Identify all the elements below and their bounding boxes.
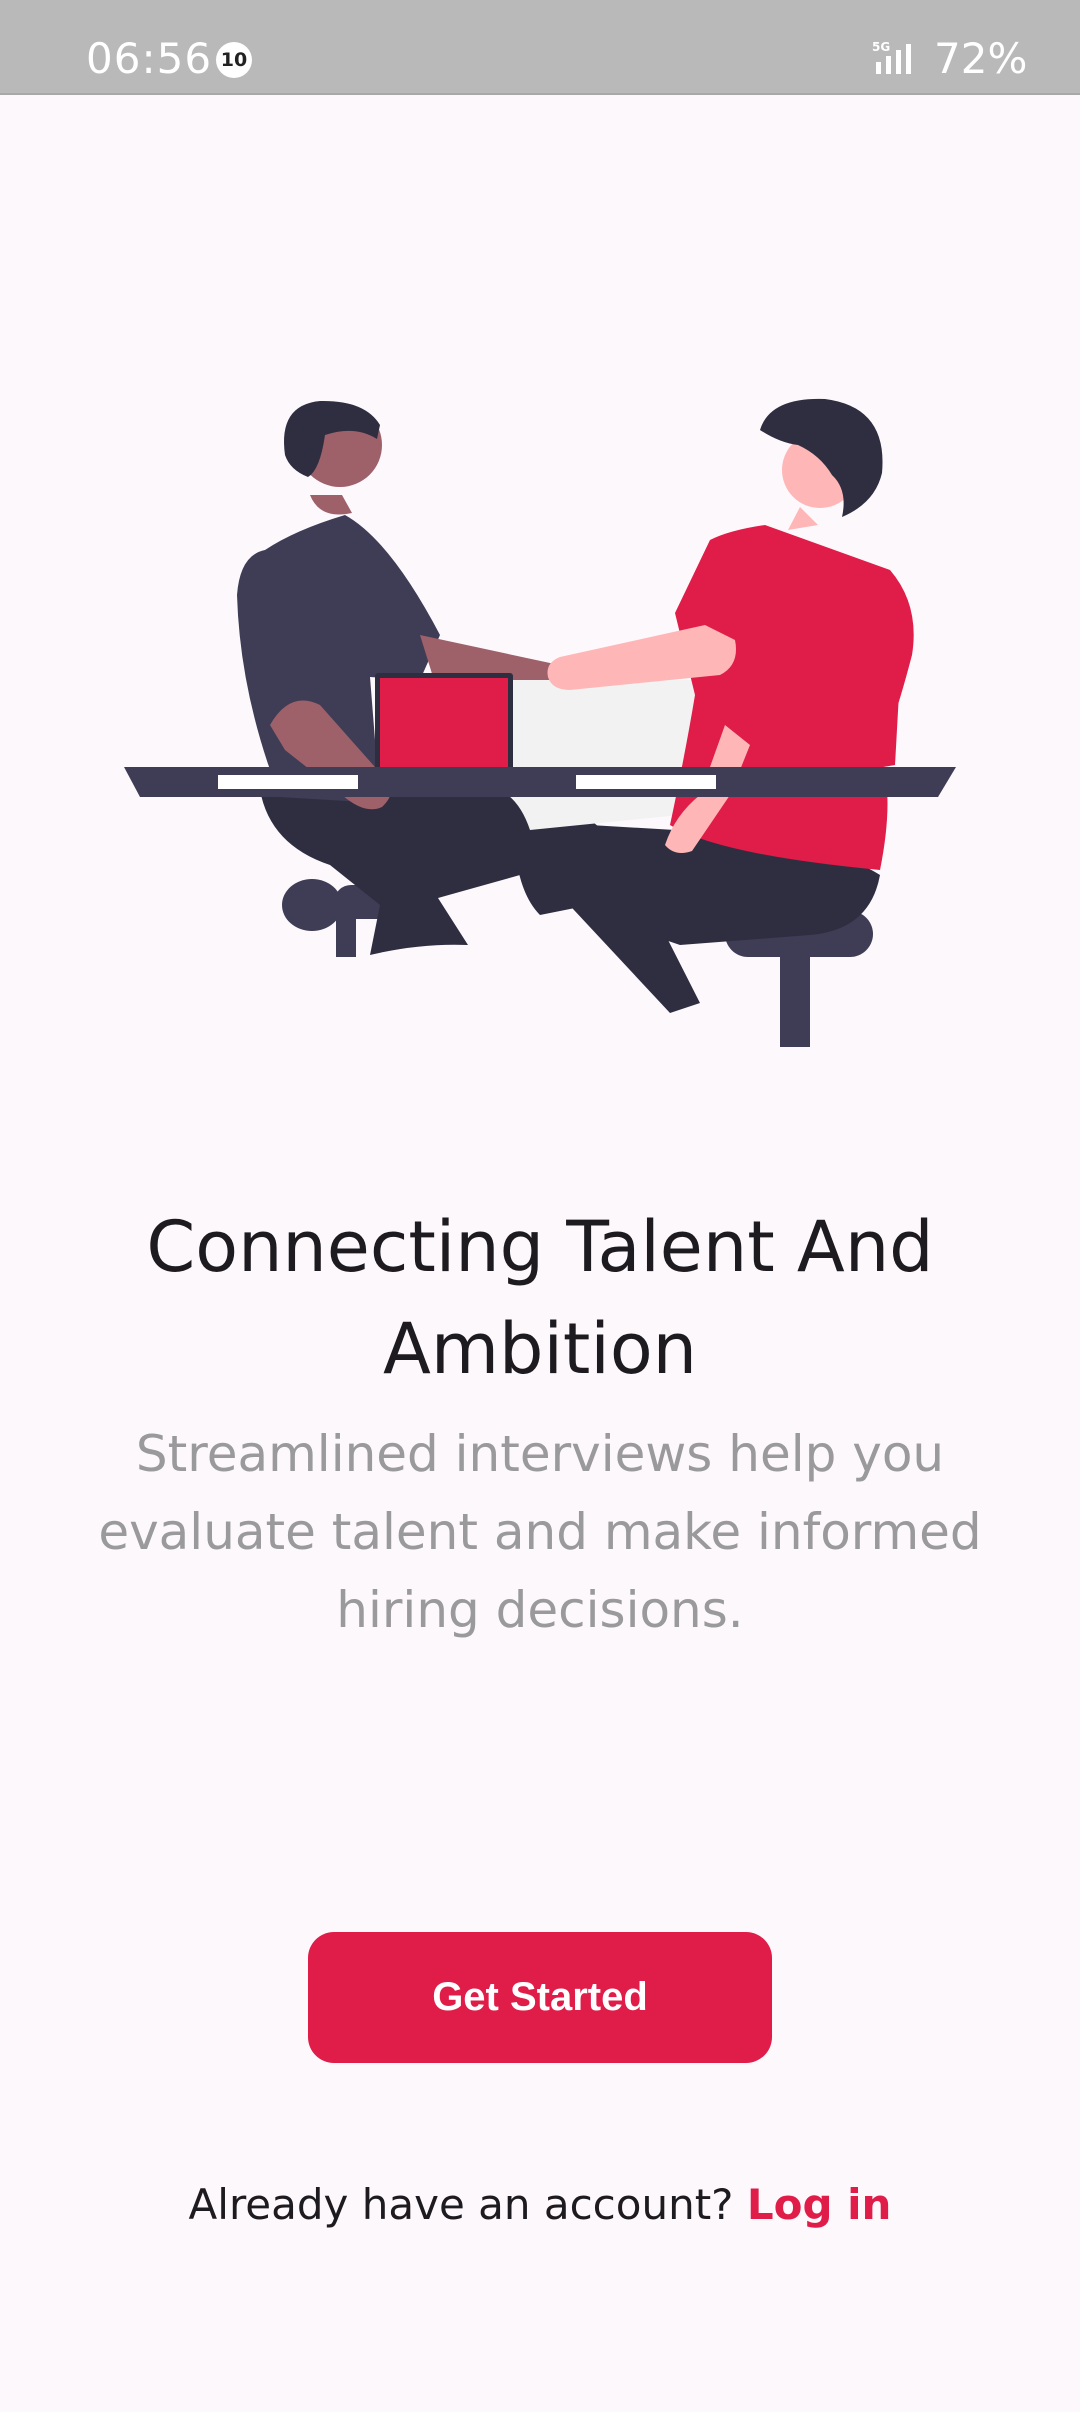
network-type-label: 5G bbox=[872, 40, 890, 54]
status-bar: 06:56 10 5G 72% bbox=[0, 0, 1080, 95]
handshake-illustration bbox=[120, 395, 960, 1055]
login-link[interactable]: Log in bbox=[747, 2180, 892, 2229]
onboarding-headline: Connecting Talent And Ambition bbox=[146, 1206, 934, 1390]
get-started-button[interactable]: Get Started bbox=[308, 1932, 772, 2063]
onboarding-subtitle: Streamlined interviews help you evaluate… bbox=[98, 1425, 982, 1639]
battery-level: 72% bbox=[934, 34, 1028, 83]
status-time: 06:56 bbox=[86, 34, 213, 83]
login-prompt-row: Already have an account? Log in bbox=[0, 2180, 1080, 2229]
signal-icon: 5G bbox=[872, 40, 924, 80]
notification-badge: 10 bbox=[216, 42, 252, 78]
login-prompt-text: Already have an account? bbox=[188, 2180, 734, 2229]
